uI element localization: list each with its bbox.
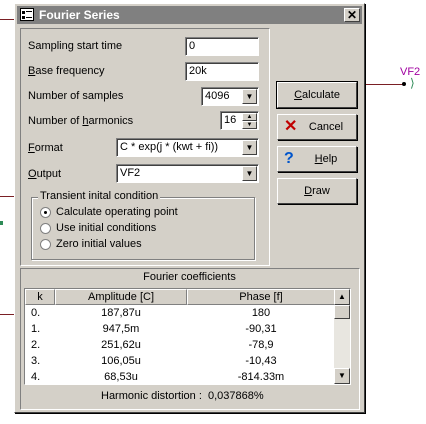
parameters-panel: Sampling start time 0 Base frequency 20k… <box>20 28 270 266</box>
format-label: Format <box>28 142 63 154</box>
table-row[interactable]: 2. 251,62u -78,9 <box>25 338 335 354</box>
column-header-phase[interactable]: Phase [f] <box>187 289 335 305</box>
dialog-title: Fourier Series <box>39 8 120 22</box>
output-label: Output <box>28 168 62 180</box>
harmonic-distortion-value: 0,037868% <box>208 390 264 402</box>
sampling-start-time-label: Sampling start time <box>28 40 123 52</box>
table-row[interactable]: 1. 947,5m -90,31 <box>25 322 335 338</box>
coefficients-table[interactable]: k Amplitude [C] Phase [f] 0. 187,87u 180… <box>24 288 351 385</box>
cancel-button[interactable]: ✕ Cancel <box>277 114 357 140</box>
radio-label: Use initial conditions <box>56 222 157 234</box>
help-button[interactable]: ? Help <box>277 146 357 172</box>
transient-group-title: Transient inital condition <box>38 190 161 202</box>
format-select[interactable]: C * exp(j * (kwt + fi)) ▼ <box>116 138 259 157</box>
number-of-harmonics-label: Number of harmonics <box>28 115 134 127</box>
question-mark-icon: ? <box>284 150 294 167</box>
scroll-up-icon[interactable]: ▲ <box>334 289 350 305</box>
calculate-button[interactable]: Calculate <box>276 81 358 109</box>
transient-condition-group: Transient inital condition Calculate ope… <box>31 190 255 260</box>
sampling-start-time-input[interactable]: 0 <box>185 37 259 56</box>
schematic-wire <box>0 19 14 20</box>
column-header-amplitude[interactable]: Amplitude [C] <box>55 289 187 305</box>
draw-button[interactable]: Draw <box>277 178 357 204</box>
table-header: k Amplitude [C] Phase [f] <box>25 289 335 305</box>
harmonic-distortion: Harmonic distortion : 0,037868% <box>101 390 264 402</box>
chevron-down-icon[interactable]: ▼ <box>242 140 257 155</box>
schematic-wire <box>0 196 14 197</box>
net-arrow-icon: ⟩ <box>410 76 415 90</box>
chevron-down-icon[interactable]: ▼ <box>242 166 257 181</box>
spin-down-icon[interactable]: ▼ <box>242 121 257 129</box>
radio-button[interactable] <box>40 207 51 218</box>
schematic-wire <box>363 84 403 85</box>
base-frequency-label: Base frequency <box>28 65 105 77</box>
net-node-dot <box>402 82 406 86</box>
close-icon: ✕ <box>346 8 358 22</box>
base-frequency-input[interactable]: 20k <box>185 62 259 81</box>
schematic-wire <box>0 221 3 225</box>
schematic-wire <box>0 314 14 315</box>
scroll-down-icon[interactable]: ▼ <box>334 368 350 384</box>
harmonic-distortion-label: Harmonic distortion : <box>101 390 202 402</box>
number-of-samples-select[interactable]: 4096 ▼ <box>201 87 259 106</box>
radio-button[interactable] <box>40 223 51 234</box>
fourier-series-dialog: Fourier Series ✕ Sampling start time 0 B… <box>14 3 365 413</box>
radio-label: Zero initial values <box>56 238 142 250</box>
close-button[interactable]: ✕ <box>344 8 360 22</box>
table-scrollbar[interactable]: ▲ ▼ <box>334 289 350 384</box>
table-row[interactable]: 4. 68,53u -814.33m <box>25 370 335 384</box>
table-row[interactable]: 3. 106,05u -10,43 <box>25 354 335 370</box>
table-row[interactable]: 0. 187,87u 180 <box>25 306 335 322</box>
number-of-harmonics-stepper[interactable]: 16 ▲ ▼ <box>220 111 259 130</box>
chevron-down-icon[interactable]: ▼ <box>242 89 257 104</box>
fourier-app-icon <box>20 8 34 21</box>
radio-label: Calculate operating point <box>56 206 178 218</box>
number-of-samples-label: Number of samples <box>28 90 124 102</box>
column-header-k[interactable]: k <box>25 289 55 305</box>
output-select[interactable]: VF2 ▼ <box>116 164 259 183</box>
red-x-icon: ✕ <box>284 118 298 135</box>
title-bar[interactable]: Fourier Series ✕ <box>17 6 362 24</box>
scroll-thumb[interactable] <box>334 305 350 319</box>
coefficients-title: Fourier coefficients <box>143 271 236 283</box>
radio-button[interactable] <box>40 239 51 250</box>
spin-up-icon[interactable]: ▲ <box>242 113 257 121</box>
